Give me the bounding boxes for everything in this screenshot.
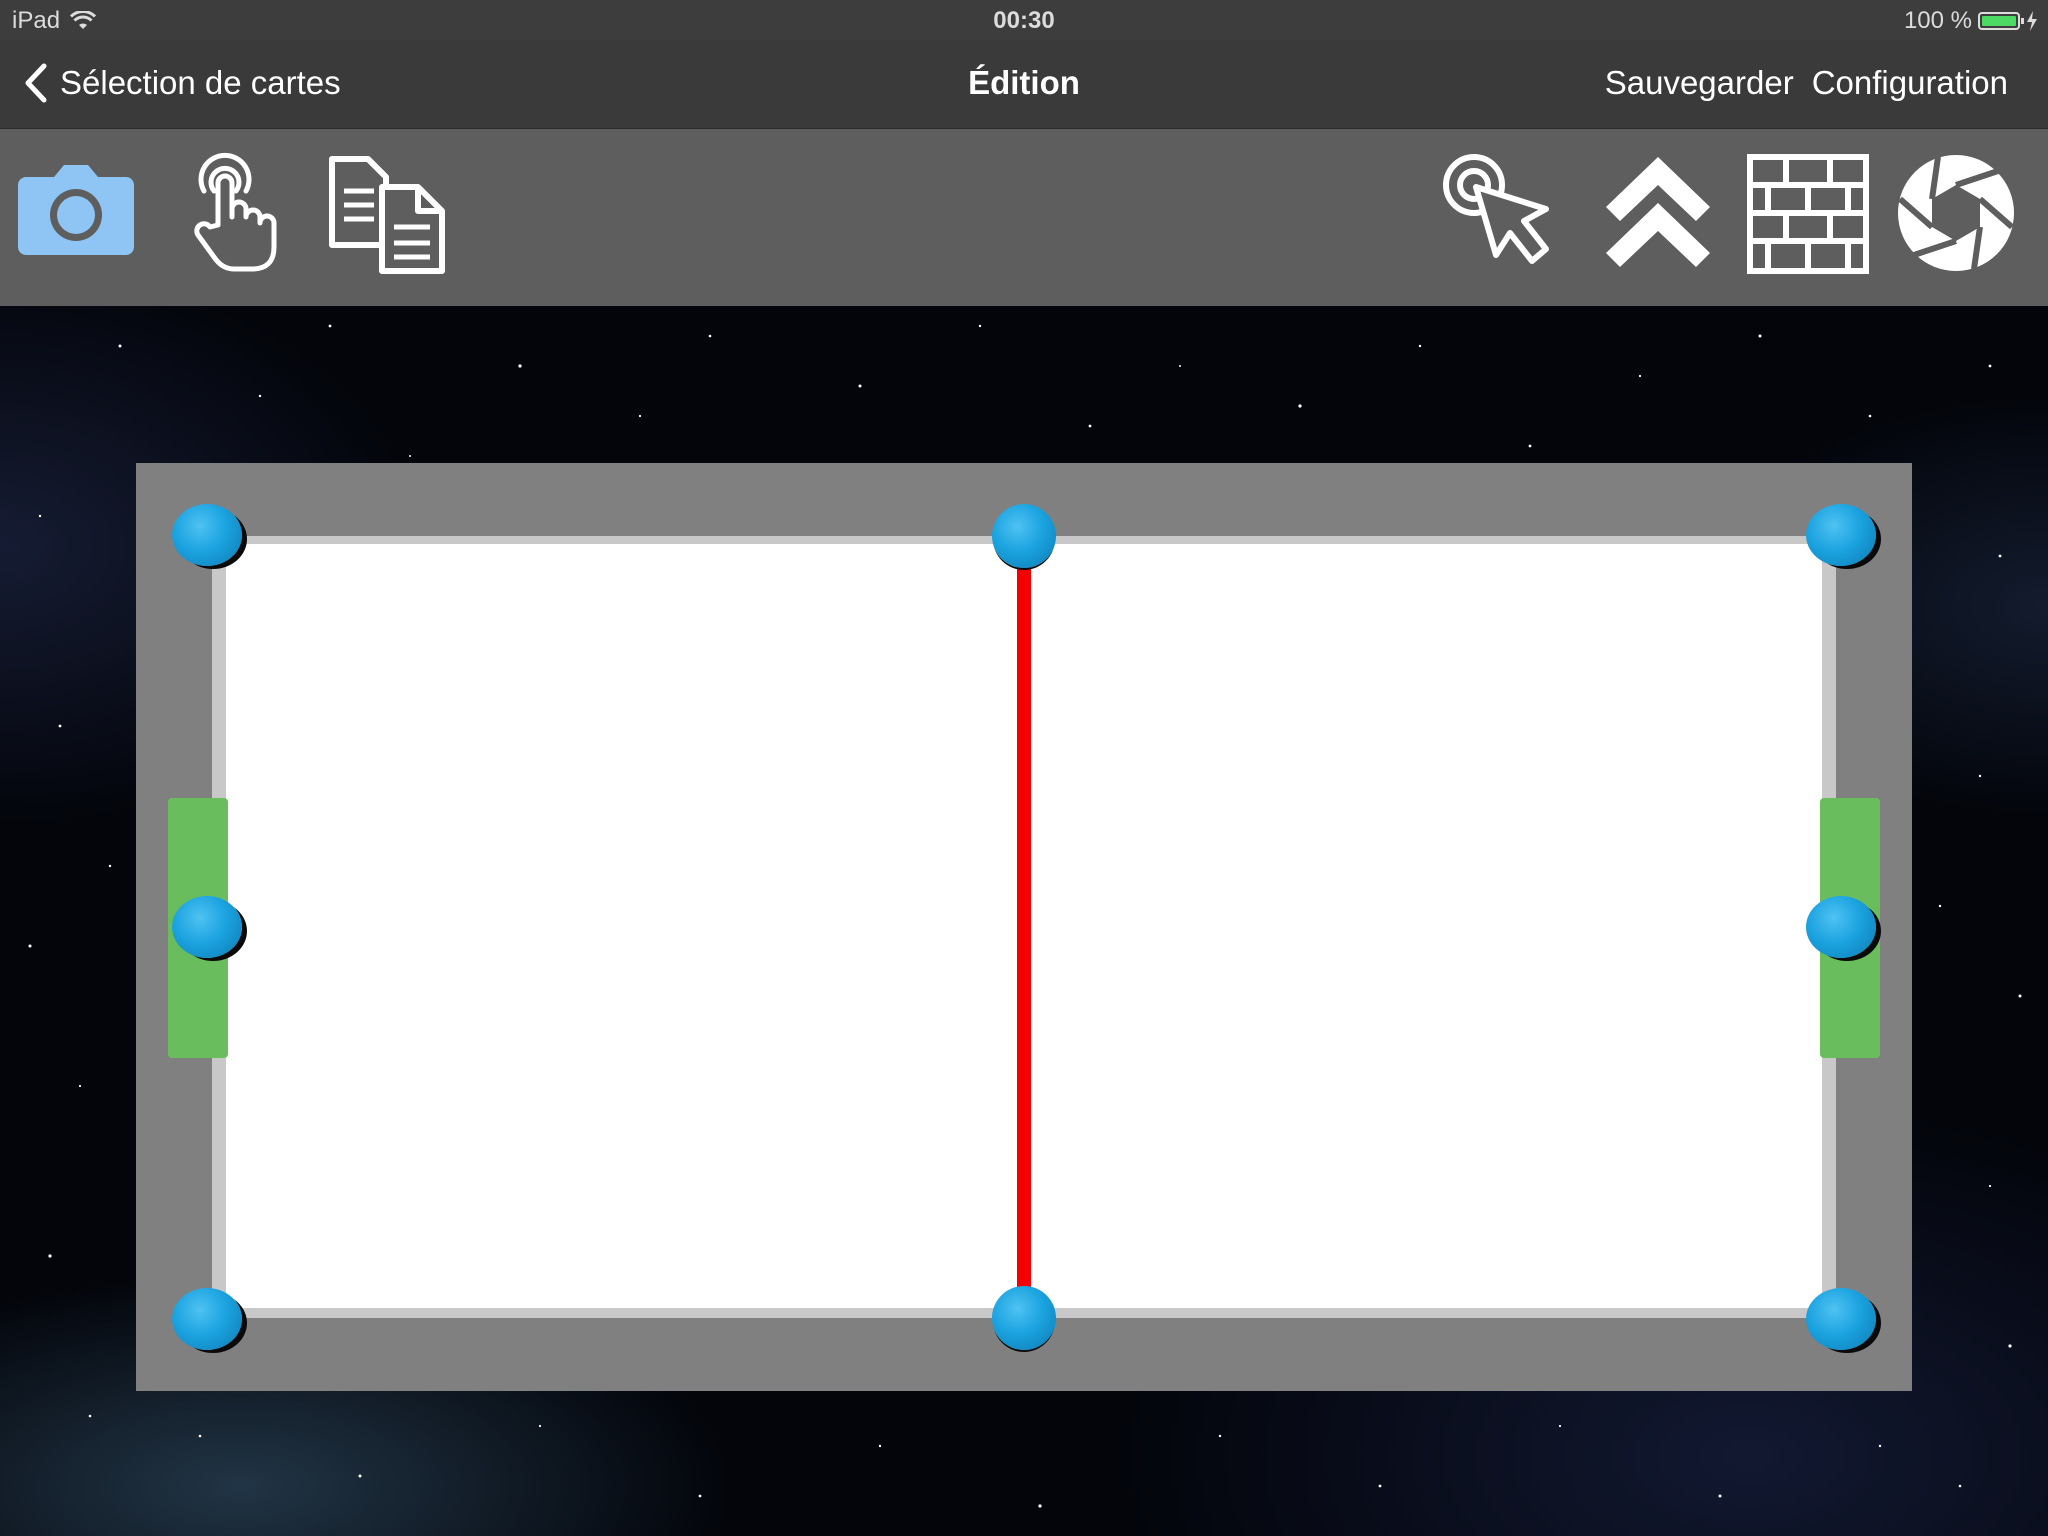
camera-icon [18,165,134,255]
wall-icon [1747,154,1869,274]
handle-bottom-center[interactable] [992,1286,1056,1350]
field-left-half [226,544,1017,1308]
aperture-icon [1898,155,2014,271]
back-button-label: Sélection de cartes [60,64,341,101]
aperture-button[interactable] [1894,151,2018,275]
editor-canvas[interactable] [0,306,2048,1536]
configuration-button[interactable]: Configuration [1812,64,2008,102]
charging-icon [2027,11,2037,31]
copy-button[interactable] [324,151,448,275]
field-right-half [1031,544,1822,1308]
touch-icon [194,152,277,272]
select-target-button[interactable] [1440,151,1564,275]
back-button[interactable]: Sélection de cartes [22,62,341,104]
handle-top-right[interactable] [1806,504,1876,566]
status-time: 00:30 [993,7,1055,34]
toolbar [0,129,2048,306]
status-right: 100 % [1904,7,2038,35]
navigation-bar: Sélection de cartes Édition Sauvegarder … [0,40,2048,129]
touch-button[interactable] [176,151,300,275]
wall-button[interactable] [1746,151,1870,275]
handle-bottom-right[interactable] [1806,1288,1876,1350]
nav-actions: Sauvegarder Configuration [1605,64,2008,102]
cursor-target-icon [1443,154,1549,264]
center-line [1017,565,1031,1325]
battery-percent: 100 % [1903,7,1972,34]
camera-button[interactable] [14,151,138,275]
chevron-left-icon [25,63,47,103]
handle-top-left[interactable] [172,504,242,566]
handle-bottom-left[interactable] [172,1288,242,1350]
double-chevron-up-icon [1606,157,1710,267]
handle-mid-right[interactable] [1806,896,1876,958]
copy-icon [329,156,445,274]
status-bar: iPad 00:30 100 % [0,0,2048,40]
save-button[interactable]: Sauvegarder [1605,64,1794,102]
handle-top-center[interactable] [992,504,1056,568]
battery-icon [1978,12,2024,30]
raise-button[interactable] [1596,151,1720,275]
handle-mid-left[interactable] [172,896,242,958]
